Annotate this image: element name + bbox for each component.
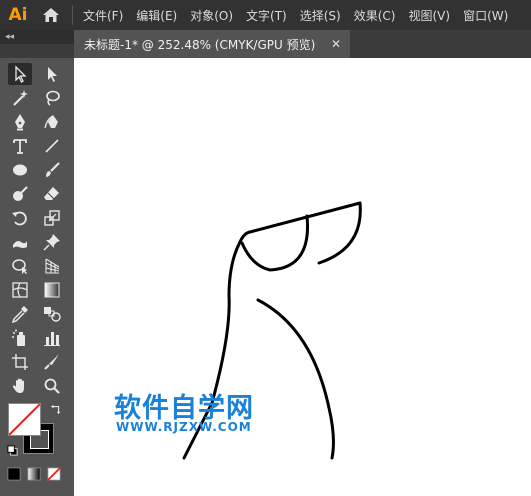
menu-effect[interactable]: 效果(C): [354, 7, 396, 24]
eraser-tool-button[interactable]: [40, 183, 64, 205]
menu-view[interactable]: 视图(V): [408, 7, 450, 24]
pin-icon: [43, 234, 60, 251]
type-t-icon: [13, 139, 27, 154]
symbol-sprayer-tool-button[interactable]: [8, 327, 32, 349]
tools-panel: [0, 58, 74, 496]
artboard-icon: [12, 354, 28, 370]
menu-window[interactable]: 窗口(W): [463, 7, 508, 24]
perspective-grid-tool-button[interactable]: [40, 255, 64, 277]
paintbrush-icon: [46, 162, 60, 177]
default-colors-icon: [6, 444, 18, 456]
pen-tool-button[interactable]: [8, 111, 32, 133]
home-icon: [43, 8, 59, 22]
gradient-icon: [44, 282, 60, 298]
hand-tool-button[interactable]: [8, 375, 32, 397]
artboard-canvas[interactable]: 软件自学网 WWW.RJZXW.COM: [74, 58, 531, 496]
column-graph-icon: [44, 332, 60, 346]
eyedropper-tool-button[interactable]: [8, 303, 32, 325]
symbol-sprayer-icon: [12, 329, 25, 346]
selection-arrow-icon: [15, 65, 27, 83]
magic-wand-tool-button[interactable]: [8, 87, 32, 109]
lasso-icon: [46, 90, 60, 106]
panel-collapse-button[interactable]: ◂◂: [0, 30, 74, 44]
warp-finger-icon: [13, 241, 27, 248]
default-fill-stroke-button[interactable]: [6, 444, 18, 456]
none-color-icon: [47, 467, 61, 481]
color-mode-button[interactable]: [6, 466, 22, 482]
pen-nib-icon: [15, 114, 25, 131]
direct-selection-tool-button[interactable]: [40, 63, 64, 85]
column-graph-tool-button[interactable]: [40, 327, 64, 349]
ellipse-tool-button[interactable]: [8, 159, 32, 181]
blend-icon: [44, 307, 61, 322]
zoom-tool-button[interactable]: [40, 375, 64, 397]
shape-builder-tool-button[interactable]: [8, 255, 32, 277]
magic-wand-icon: [13, 90, 28, 106]
selection-tool-button[interactable]: [8, 63, 32, 85]
app-logo: Ai: [8, 5, 28, 25]
document-tab-bar: ◂◂ 未标题-1* @ 252.48% (CMYK/GPU 预览) ✕: [0, 30, 531, 58]
home-button[interactable]: [36, 0, 66, 30]
gradient-mode-button[interactable]: [26, 466, 42, 482]
none-mode-button[interactable]: [46, 466, 62, 482]
menu-bar: Ai 文件(F) 编辑(E) 对象(O) 文字(T) 选择(S) 效果(C) 视…: [0, 0, 531, 30]
artboard-tool-button[interactable]: [8, 351, 32, 373]
gradient-tool-button[interactable]: [40, 279, 64, 301]
menu-select[interactable]: 选择(S): [300, 7, 341, 24]
figure-front-outline: [256, 298, 335, 460]
magnifier-icon: [44, 378, 60, 394]
line-segment-icon: [45, 139, 59, 153]
puppet-warp-tool-button[interactable]: [40, 231, 64, 253]
perspective-grid-icon: [45, 258, 60, 274]
menu-file[interactable]: 文件(F): [83, 7, 123, 24]
slice-knife-icon: [44, 354, 59, 370]
gradient-swatch-icon: [27, 467, 41, 481]
direct-selection-arrow-icon: [48, 67, 57, 82]
curvature-tool-button[interactable]: [40, 111, 64, 133]
watermark-url: WWW.RJZXW.COM: [116, 420, 252, 434]
type-tool-button[interactable]: [8, 135, 32, 157]
swap-fill-stroke-button[interactable]: [49, 403, 63, 417]
menu-divider: [72, 5, 73, 25]
hat-brim: [238, 230, 252, 244]
hat-top-edge: [248, 201, 362, 234]
scale-tool-button[interactable]: [40, 207, 64, 229]
none-slash-icon: [9, 404, 40, 435]
menu-type[interactable]: 文字(T): [246, 7, 287, 24]
menu-object[interactable]: 对象(O): [190, 7, 233, 24]
warp-tool-button[interactable]: [8, 231, 32, 253]
mesh-icon: [12, 282, 28, 298]
lasso-tool-button[interactable]: [40, 87, 64, 109]
eyedropper-icon: [11, 306, 28, 323]
blob-brush-icon: [13, 186, 28, 201]
close-icon[interactable]: ✕: [331, 37, 341, 51]
swap-arrow-icon: [50, 404, 61, 415]
rotate-icon: [12, 211, 27, 226]
slice-tool-button[interactable]: [40, 351, 64, 373]
blob-brush-tool-button[interactable]: [8, 183, 32, 205]
menu-edit[interactable]: 编辑(E): [136, 7, 177, 24]
document-tab-title: 未标题-1* @ 252.48% (CMYK/GPU 预览): [84, 37, 316, 52]
ellipse-icon: [13, 164, 27, 176]
line-segment-tool-button[interactable]: [40, 135, 64, 157]
document-tab[interactable]: 未标题-1* @ 252.48% (CMYK/GPU 预览) ✕: [74, 30, 350, 58]
solid-color-icon: [7, 467, 21, 481]
scale-icon: [44, 210, 60, 226]
paintbrush-tool-button[interactable]: [40, 159, 64, 181]
fill-color-swatch[interactable]: [8, 403, 41, 436]
hand-icon: [12, 378, 24, 393]
rotate-tool-button[interactable]: [8, 207, 32, 229]
blend-tool-button[interactable]: [40, 303, 64, 325]
curvature-pen-icon: [44, 115, 58, 129]
shape-builder-icon: [12, 259, 27, 274]
mesh-tool-button[interactable]: [8, 279, 32, 301]
eraser-icon: [44, 187, 59, 200]
